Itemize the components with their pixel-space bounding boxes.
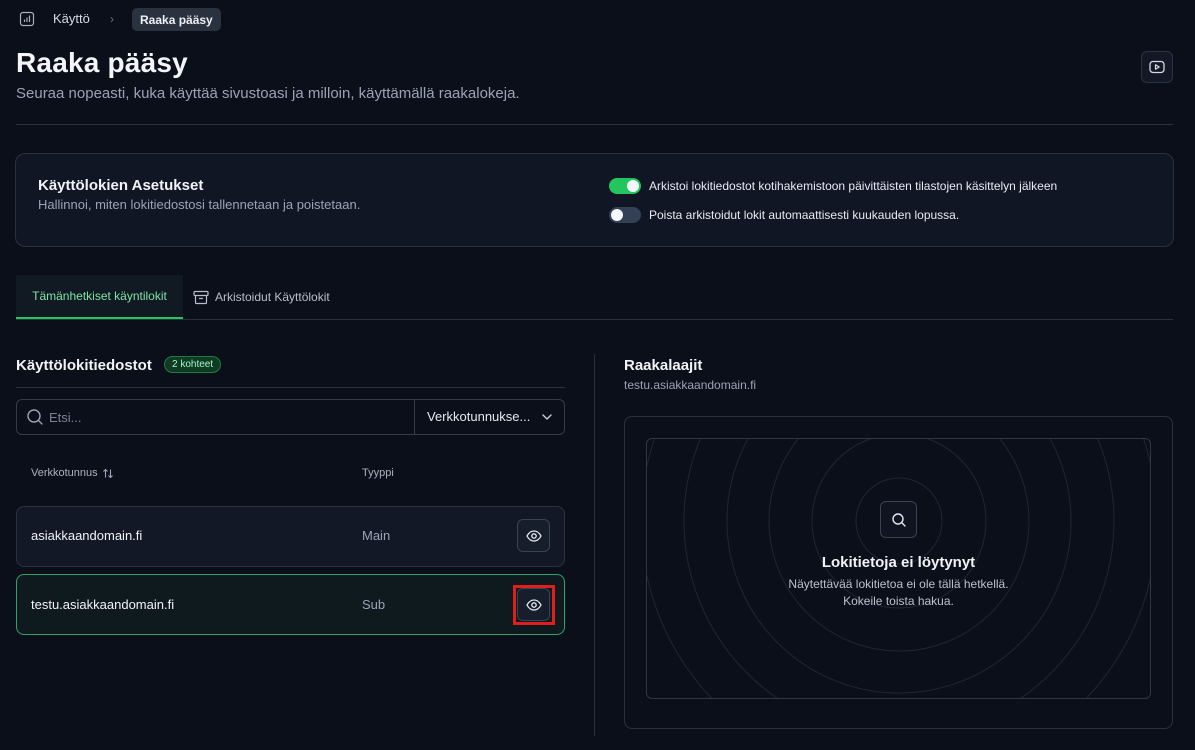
domain-filter-label: Verkkotunnukse...: [427, 409, 531, 424]
auto-delete-toggle-label: Poista arkistoidut lokit automaattisesti…: [649, 208, 960, 222]
archive-icon: [193, 290, 209, 304]
tab-label: Arkistoidut Käyttölokit: [215, 290, 330, 304]
column-type: Tyyppi: [362, 467, 394, 479]
chevron-down-icon: [542, 414, 552, 420]
breadcrumb-current: Raaka pääsy: [132, 8, 221, 31]
search-input[interactable]: [49, 404, 404, 430]
row-domain: asiakkaandomain.fi: [31, 528, 143, 543]
column-domain-label: Verkkotunnus: [31, 467, 98, 479]
raw-logs-domain: testu.asiakkaandomain.fi: [624, 378, 757, 392]
archive-toggle-label: Arkistoi lokitiedostot kotihakemistoon p…: [649, 179, 1058, 193]
tabs-divider: [16, 319, 1173, 320]
breadcrumb-parent[interactable]: Käyttö: [53, 11, 90, 26]
row-domain: testu.asiakkaandomain.fi: [31, 597, 175, 612]
settings-subtitle: Hallinnoi, miten lokitiedostosi tallenne…: [38, 197, 361, 212]
video-icon: [1149, 60, 1165, 74]
settings-title: Käyttölokien Asetukset: [38, 177, 204, 194]
page-title: Raaka pääsy: [16, 47, 188, 78]
files-divider: [16, 387, 565, 388]
page-subtitle: Seuraa nopeasti, kuka käyttää sivustoasi…: [16, 85, 520, 102]
tab-current-logs[interactable]: Tämänhetkiset käyntilokit: [16, 275, 183, 319]
tab-archived-logs[interactable]: Arkistoidut Käyttölokit: [193, 275, 330, 319]
column-domain[interactable]: Verkkotunnus: [31, 467, 114, 479]
empty-state-title: Lokitietoja ei löytynyt: [821, 554, 976, 571]
files-title: Käyttölokitiedostot: [16, 357, 152, 374]
chart-icon: [19, 11, 35, 27]
auto-delete-toggle[interactable]: [609, 207, 641, 223]
header-divider: [16, 124, 1173, 125]
chevron-right-icon: ›: [110, 12, 114, 26]
search-icon: [27, 409, 43, 425]
archive-toggle[interactable]: [609, 178, 641, 194]
empty-state-line: Näytettävää lokitietoa ei ole tällä hetk…: [788, 577, 1009, 591]
raw-logs-title: Raakalaajit: [624, 357, 703, 374]
breadcrumb-chart-icon[interactable]: [16, 8, 38, 30]
eye-icon: [525, 529, 542, 542]
count-badge: 2 kohteet: [164, 356, 222, 373]
empty-search-icon: [880, 501, 917, 538]
search-icon: [891, 512, 906, 527]
row-type: Main: [362, 528, 391, 543]
row-type: Sub: [362, 597, 386, 612]
sort-icon: [102, 468, 113, 478]
highlight-box: [513, 585, 555, 625]
empty-state-line: Kokeile toista hakua.: [843, 594, 954, 608]
video-button[interactable]: [1141, 51, 1173, 83]
view-log-button[interactable]: [517, 519, 550, 552]
panel-divider: [594, 354, 595, 736]
empty-state-message: Näytettävää lokitietoa ei ole tällä hetk…: [646, 576, 1151, 610]
tab-label: Tämänhetkiset käyntilokit: [32, 289, 167, 303]
